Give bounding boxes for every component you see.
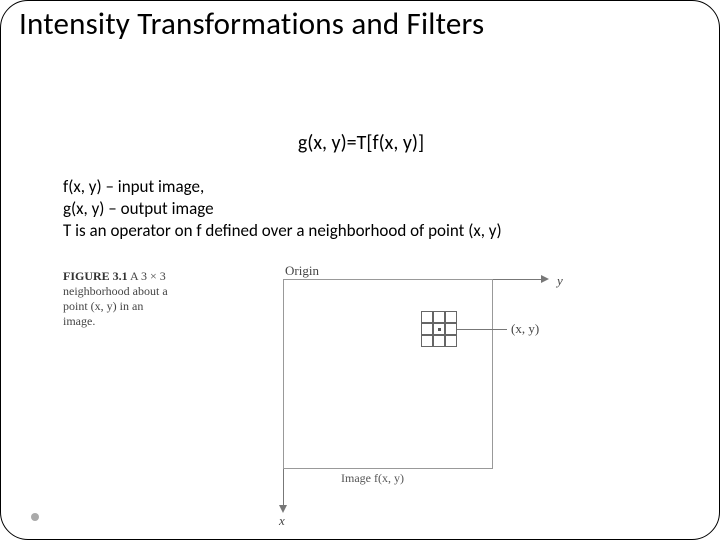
image-label: Image f(x, y) — [341, 471, 404, 486]
slide-title: Intensity Transformations and Filters — [19, 7, 484, 43]
grid-cell — [445, 311, 457, 323]
center-point-dot — [438, 328, 441, 331]
pointer-line — [457, 329, 507, 330]
formula-text: g(x, y)=T[f(x, y)] — [1, 131, 720, 155]
def-line-g: g(x, y) – output image — [63, 198, 502, 220]
grid-cell — [421, 311, 433, 323]
diagram: Origin y x — [223, 265, 603, 515]
figure-area: FIGURE 3.1 A 3 × 3 neighborhood about a … — [63, 269, 623, 519]
grid-cell — [433, 311, 445, 323]
y-axis-label: y — [557, 273, 563, 289]
figure-caption: FIGURE 3.1 A 3 × 3 neighborhood about a … — [63, 269, 173, 329]
slide-frame: Intensity Transformations and Filters g(… — [0, 0, 720, 540]
page-indicator-dot — [31, 513, 39, 521]
grid-cell — [421, 323, 433, 335]
def-line-f: f(x, y) – input image, — [63, 176, 502, 198]
x-axis-arrowhead-icon — [279, 505, 287, 513]
x-axis-label: x — [279, 513, 285, 529]
point-label: (x, y) — [511, 321, 539, 337]
figure-number: FIGURE 3.1 — [63, 269, 128, 283]
def-line-t: T is an operator on f defined over a nei… — [63, 220, 502, 242]
grid-cell — [445, 335, 457, 347]
definitions-block: f(x, y) – input image, g(x, y) – output … — [63, 176, 502, 242]
origin-label: Origin — [285, 263, 319, 279]
grid-cell — [445, 323, 457, 335]
grid-cell — [433, 335, 445, 347]
grid-cell — [421, 335, 433, 347]
image-box — [283, 279, 493, 469]
y-axis-arrowhead-icon — [541, 275, 549, 283]
